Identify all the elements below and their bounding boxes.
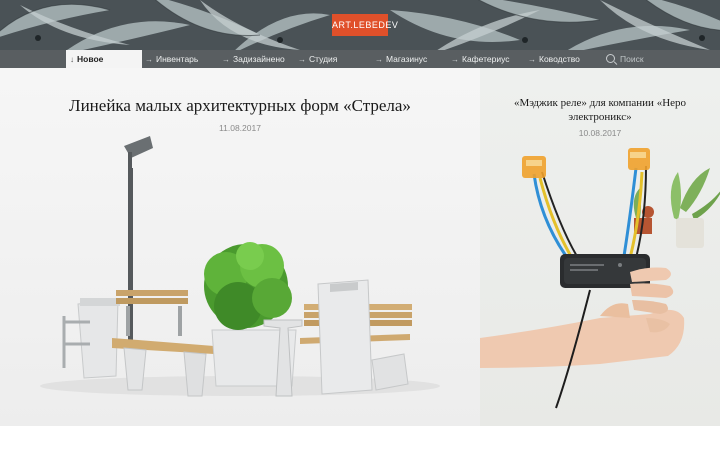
nav-item-shop[interactable]: → Магазинус bbox=[375, 50, 427, 68]
street-furniture-illustration bbox=[40, 136, 440, 397]
feature-card-main[interactable]: Линейка малых архитектурных форм «Стрела… bbox=[0, 68, 480, 426]
feature-title-line: «Мэджик реле» для компании «Неро bbox=[513, 97, 687, 109]
arrow-right-icon: → bbox=[298, 55, 306, 64]
feature-card-side[interactable]: «Мэджик реле» для компании «Неро электро… bbox=[480, 68, 720, 426]
feature-title: «Мэджик реле» для компании «Неро электро… bbox=[480, 96, 720, 124]
nav-label: Студия bbox=[309, 54, 338, 64]
search-placeholder: Поиск bbox=[620, 54, 644, 64]
nav-item-designed[interactable]: → Задизайнено bbox=[222, 50, 285, 68]
nav-item-guidance[interactable]: → Ководство bbox=[528, 50, 580, 68]
nav-label: Магазинус bbox=[386, 54, 428, 64]
arrow-right-icon: → bbox=[375, 55, 383, 64]
main-nav: ↓ Новое → Инвентарь → Задизайнено → Студия →… bbox=[0, 50, 720, 68]
feature-date: 10.08.2017 bbox=[578, 128, 622, 138]
nav-label: Кафетериус bbox=[462, 54, 510, 64]
arrow-right-icon: → bbox=[222, 55, 230, 64]
arrow-right-icon: → bbox=[451, 55, 459, 64]
feature-title-line: электроникс» bbox=[568, 111, 632, 123]
nav-item-inventory[interactable]: → Инвентарь bbox=[145, 50, 198, 68]
nav-item-studio[interactable]: → Студия bbox=[298, 50, 337, 68]
nav-item-cafeterius[interactable]: → Кафетериус bbox=[451, 50, 510, 68]
search-field[interactable]: Поиск bbox=[606, 50, 644, 68]
nav-item-new[interactable]: ↓ Новое bbox=[66, 50, 142, 68]
arrow-right-icon: → bbox=[528, 55, 536, 64]
nav-label: Новое bbox=[77, 54, 104, 64]
site-logo[interactable]: ART.LEBEDEV bbox=[332, 14, 398, 36]
nav-label: Инвентарь bbox=[156, 54, 199, 64]
nav-label: Задизайнено bbox=[233, 54, 285, 64]
header-banner: ART.LEBEDEV bbox=[0, 0, 720, 50]
arrow-right-icon: → bbox=[145, 55, 153, 64]
search-icon bbox=[606, 54, 615, 63]
nav-label: Ководство bbox=[539, 54, 580, 64]
arrow-down-icon: ↓ bbox=[70, 55, 74, 64]
